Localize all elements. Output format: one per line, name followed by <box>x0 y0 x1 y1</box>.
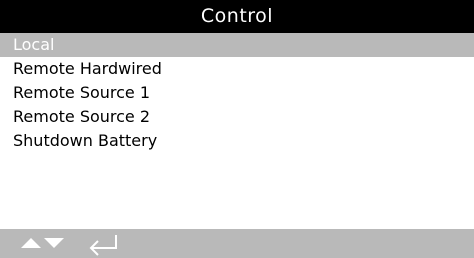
menu-item-local[interactable]: Local <box>0 33 474 57</box>
enter-return-icon[interactable] <box>87 229 119 258</box>
control-menu: Local Remote Hardwired Remote Source 1 R… <box>0 33 474 153</box>
screen-title: Control <box>0 0 474 33</box>
navigation-bar <box>0 229 474 258</box>
arrow-up-icon[interactable] <box>20 229 42 258</box>
arrow-down-icon[interactable] <box>43 229 65 258</box>
control-screen: Control Local Remote Hardwired Remote So… <box>0 0 474 258</box>
menu-item-remote-source-2[interactable]: Remote Source 2 <box>0 105 474 129</box>
menu-item-remote-hardwired[interactable]: Remote Hardwired <box>0 57 474 81</box>
menu-item-shutdown-battery[interactable]: Shutdown Battery <box>0 129 474 153</box>
menu-item-remote-source-1[interactable]: Remote Source 1 <box>0 81 474 105</box>
